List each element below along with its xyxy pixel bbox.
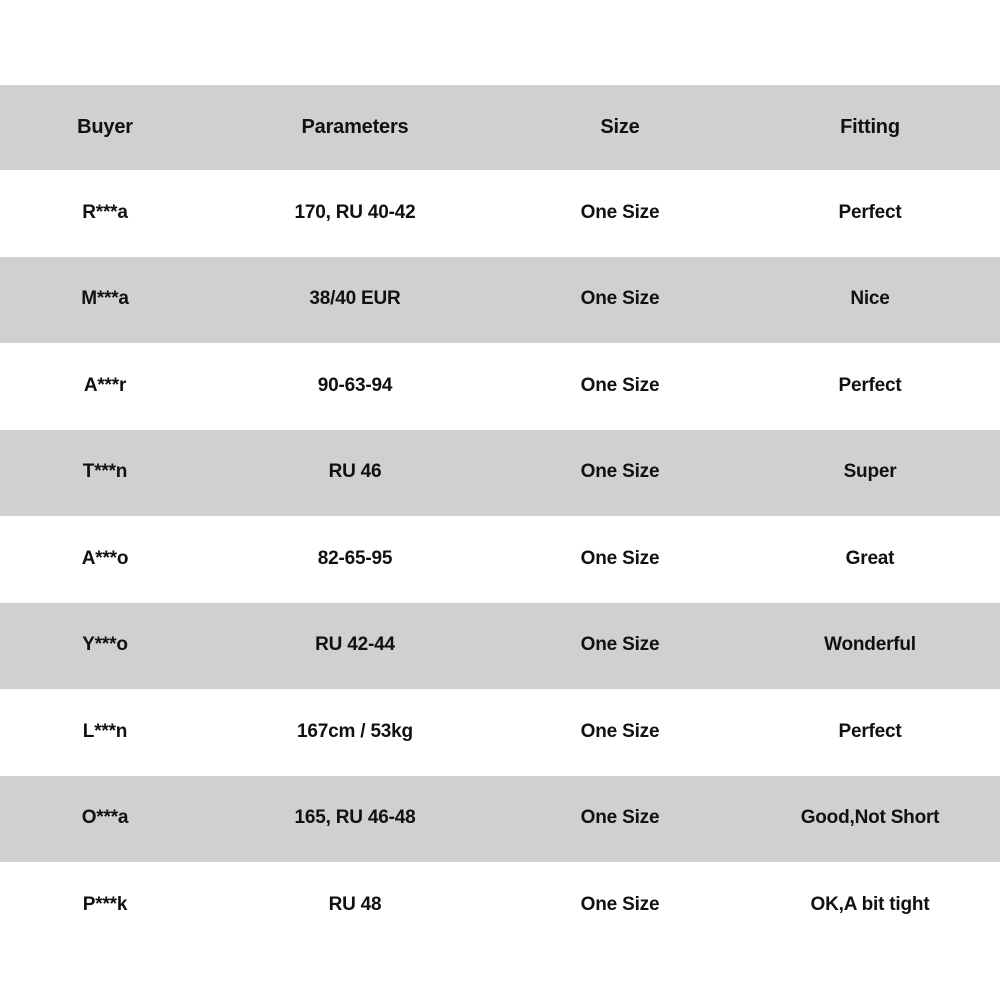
cell-size: One Size (580, 720, 660, 742)
cell-fitting: Super (843, 461, 897, 483)
table-row: P***k RU 48 One Size OK,A bit tight (0, 862, 1000, 949)
table-row: Y***o RU 42-44 One Size Wonderful (0, 602, 1000, 689)
cell-size: One Size (580, 547, 660, 569)
cell-parameters: 82-65-95 (317, 547, 393, 569)
cell-buyer: A***o (81, 547, 129, 569)
table-row: O***a 165, RU 46-48 One Size Good,Not Sh… (0, 775, 1000, 862)
cell-parameters: RU 42-44 (315, 634, 395, 656)
table-body: R***a 170, RU 40-42 One Size Perfect M**… (0, 170, 1000, 949)
cell-parameters: 38/40 EUR (309, 288, 401, 310)
column-header-size: Size (600, 116, 640, 138)
cell-buyer: L***n (82, 720, 128, 742)
cell-fitting: Perfect (838, 720, 902, 742)
cell-buyer: A***r (83, 374, 127, 396)
cell-fitting: OK,A bit tight (810, 893, 930, 915)
table-row: L***n 167cm / 53kg One Size Perfect (0, 689, 1000, 776)
table-row: R***a 170, RU 40-42 One Size Perfect (0, 170, 1000, 257)
cell-fitting: Perfect (838, 374, 902, 396)
column-header-fitting: Fitting (840, 116, 900, 138)
cell-parameters: RU 48 (328, 893, 382, 915)
cell-parameters: 165, RU 46-48 (294, 807, 416, 829)
cell-buyer: M***a (81, 288, 129, 310)
cell-size: One Size (580, 288, 660, 310)
cell-buyer: T***n (82, 461, 128, 483)
cell-parameters: 90-63-94 (317, 374, 393, 396)
cell-size: One Size (580, 893, 660, 915)
column-header-buyer: Buyer (77, 116, 133, 138)
table-row: A***r 90-63-94 One Size Perfect (0, 343, 1000, 430)
cell-parameters: 170, RU 40-42 (294, 201, 416, 223)
page-root: Buyer Parameters Size Fitting R***a 170,… (0, 0, 1000, 1000)
table-header: Buyer Parameters Size Fitting (0, 85, 1000, 170)
cell-parameters: 167cm / 53kg (297, 720, 413, 742)
table-row: M***a 38/40 EUR One Size Nice (0, 256, 1000, 343)
cell-size: One Size (580, 461, 660, 483)
cell-buyer: O***a (81, 807, 129, 829)
cell-size: One Size (580, 201, 660, 223)
table-row: A***o 82-65-95 One Size Great (0, 516, 1000, 603)
cell-fitting: Nice (850, 288, 890, 310)
table-header-row: Buyer Parameters Size Fitting (0, 85, 1000, 170)
cell-parameters: RU 46 (328, 461, 382, 483)
cell-buyer: R***a (82, 201, 128, 223)
cell-fitting: Wonderful (824, 634, 916, 656)
cell-fitting: Perfect (838, 201, 902, 223)
cell-buyer: P***k (82, 893, 128, 915)
cell-size: One Size (580, 634, 660, 656)
buyer-feedback-table: Buyer Parameters Size Fitting R***a 170,… (0, 85, 1000, 949)
cell-buyer: Y***o (82, 634, 128, 656)
cell-fitting: Great (845, 547, 895, 569)
column-header-parameters: Parameters (301, 116, 409, 138)
table-row: T***n RU 46 One Size Super (0, 429, 1000, 516)
cell-size: One Size (580, 807, 660, 829)
cell-fitting: Good,Not Short (800, 807, 940, 829)
cell-size: One Size (580, 374, 660, 396)
